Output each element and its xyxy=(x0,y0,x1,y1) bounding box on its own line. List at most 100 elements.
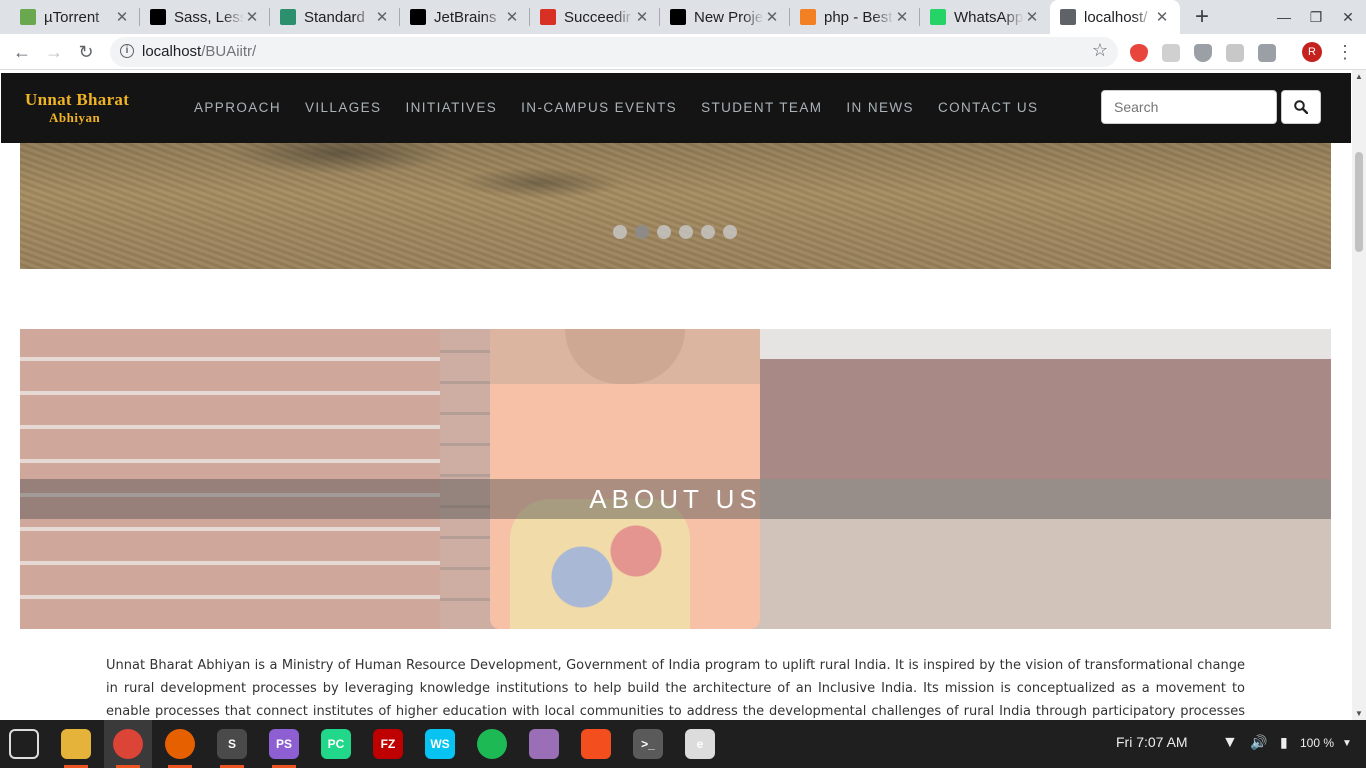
browser-tab[interactable]: Sass, Less ✕ xyxy=(140,0,270,34)
files-icon[interactable] xyxy=(61,729,91,759)
logo-line1: Unnat Bharat xyxy=(25,90,130,109)
filezilla-icon[interactable]: FZ xyxy=(373,729,403,759)
site-menu: APPROACH VILLAGES INITIATIVES IN-CAMPUS EVE… xyxy=(194,100,1062,115)
about-banner: ABOUT US xyxy=(20,329,1331,629)
carousel-dot[interactable] xyxy=(613,225,627,239)
bookmark-star-icon[interactable]: ☆ xyxy=(1092,40,1108,61)
page-scrollbar[interactable]: ▲ ▼ xyxy=(1352,70,1366,720)
tab-close-icon[interactable]: ✕ xyxy=(1024,8,1040,26)
stackoverflow-icon xyxy=(800,9,816,25)
carousel-dot[interactable] xyxy=(657,225,671,239)
nav-link-contact-us[interactable]: CONTACT US xyxy=(938,100,1039,115)
maximize-icon[interactable]: ❐ xyxy=(1300,0,1332,34)
emblem-icon[interactable]: e xyxy=(685,729,715,759)
text-editor-icon[interactable] xyxy=(529,729,559,759)
extension-ssd-icon[interactable] xyxy=(1226,44,1244,62)
tab-title: µTorrent xyxy=(44,8,100,26)
browser-menu-icon[interactable]: ⋮ xyxy=(1336,40,1354,64)
extension-gear-icon[interactable] xyxy=(1162,44,1180,62)
carousel-dot[interactable] xyxy=(679,225,693,239)
tab-title: JetBrains xyxy=(434,8,497,26)
tab-close-icon[interactable]: ✕ xyxy=(894,8,910,26)
browser-tab[interactable]: WhatsApp ✕ xyxy=(920,0,1050,34)
browser-tab[interactable]: Standard ✕ xyxy=(270,0,400,34)
tab-close-icon[interactable]: ✕ xyxy=(244,8,260,26)
browser-tab[interactable]: localhost/ ✕ xyxy=(1050,0,1180,34)
firefox-icon[interactable] xyxy=(165,729,195,759)
jetbrains-icon xyxy=(410,9,426,25)
nav-link-in-campus-events[interactable]: IN-CAMPUS EVENTS xyxy=(521,100,677,115)
tab-title: WhatsApp xyxy=(954,8,1024,26)
profile-avatar[interactable]: R xyxy=(1302,42,1322,62)
search-button[interactable] xyxy=(1281,90,1321,124)
tab-title: localhost/ xyxy=(1084,8,1148,26)
hero-carousel xyxy=(20,143,1331,269)
site-logo[interactable]: Unnat Bharat Abhiyan xyxy=(25,91,129,127)
apps-grid-icon[interactable] xyxy=(9,729,39,759)
browser-tab[interactable]: µTorrent ✕ xyxy=(10,0,140,34)
jetbrains-icon xyxy=(670,9,686,25)
about-heading: ABOUT US xyxy=(589,484,762,514)
figma-icon[interactable] xyxy=(581,729,611,759)
battery-icon[interactable]: ▮ xyxy=(1280,734,1288,751)
phpstorm-icon[interactable]: PS xyxy=(269,729,299,759)
tab-close-icon[interactable]: ✕ xyxy=(374,8,390,26)
nav-link-approach[interactable]: APPROACH xyxy=(194,100,281,115)
terminal-icon[interactable]: >_ xyxy=(633,729,663,759)
site-info-icon[interactable]: i xyxy=(120,44,134,58)
carousel-dot[interactable] xyxy=(723,225,737,239)
tab-close-icon[interactable]: ✕ xyxy=(764,8,780,26)
spotify-icon[interactable] xyxy=(477,729,507,759)
tray-menu-icon[interactable]: ▼ xyxy=(1342,738,1352,749)
browser-tab[interactable]: Succeedir ✕ xyxy=(530,0,660,34)
tab-title: Standard xyxy=(304,8,365,26)
browser-tab[interactable]: php - Best ✕ xyxy=(790,0,920,34)
chrome-icon[interactable] xyxy=(113,729,143,759)
tab-title: php - Best xyxy=(824,8,893,26)
scroll-down-icon[interactable]: ▼ xyxy=(1352,709,1366,718)
carousel-indicators xyxy=(613,225,737,239)
reload-icon[interactable]: ↻ xyxy=(72,38,100,66)
tab-close-icon[interactable]: ✕ xyxy=(114,8,130,26)
page-icon xyxy=(1060,9,1076,25)
browser-tab[interactable]: JetBrains ✕ xyxy=(400,0,530,34)
forward-icon[interactable]: → xyxy=(40,38,68,66)
tab-close-icon[interactable]: ✕ xyxy=(634,8,650,26)
search-input[interactable] xyxy=(1101,90,1277,124)
webstorm-icon[interactable]: WS xyxy=(425,729,455,759)
os-taskbar: S PS PC FZ WS >_ e Fri 7:07 AM ▼ 🔊 ▮ 100 % ▼ xyxy=(0,720,1366,768)
stack-icon xyxy=(280,9,296,25)
sublime-icon[interactable]: S xyxy=(217,729,247,759)
tab-title: Sass, Less xyxy=(174,8,244,26)
extension-camera-icon[interactable] xyxy=(1258,44,1276,62)
site-navbar: Unnat Bharat Abhiyan APPROACH VILLAGES INI… xyxy=(1,73,1351,143)
nav-link-student-team[interactable]: STUDENT TEAM xyxy=(701,100,822,115)
utorrent-icon xyxy=(20,9,36,25)
carousel-dot[interactable] xyxy=(635,225,649,239)
nav-link-initiatives[interactable]: INITIATIVES xyxy=(405,100,497,115)
minimize-icon[interactable]: — xyxy=(1268,0,1300,34)
volume-icon[interactable]: 🔊 xyxy=(1250,734,1267,751)
new-tab-button[interactable]: + xyxy=(1188,4,1216,32)
close-window-icon[interactable]: ✕ xyxy=(1332,0,1364,34)
tab-close-icon[interactable]: ✕ xyxy=(1154,8,1170,26)
tab-title: New Proje xyxy=(694,8,764,26)
url-text: localhost/BUAiitr/ xyxy=(142,43,257,60)
nav-link-villages[interactable]: VILLAGES xyxy=(305,100,382,115)
tab-strip: µTorrent ✕ Sass, Less ✕ Standard ✕ JetBrains ✕ S… xyxy=(0,0,1366,34)
browser-tab[interactable]: New Proje ✕ xyxy=(660,0,790,34)
back-icon[interactable]: ← xyxy=(8,38,36,66)
nav-link-in-news[interactable]: IN NEWS xyxy=(846,100,914,115)
carousel-dot[interactable] xyxy=(701,225,715,239)
scroll-up-icon[interactable]: ▲ xyxy=(1352,72,1366,81)
scrollbar-thumb[interactable] xyxy=(1355,152,1363,252)
extension-shield-gray-icon[interactable] xyxy=(1194,44,1212,62)
logo-line2: Abhiyan xyxy=(49,110,101,125)
wifi-icon[interactable]: ▼ xyxy=(1222,734,1238,752)
page-viewport: Unnat Bharat Abhiyan APPROACH VILLAGES INI… xyxy=(0,70,1352,720)
address-bar[interactable]: i localhost/BUAiitr/ ☆ xyxy=(110,37,1118,67)
tab-close-icon[interactable]: ✕ xyxy=(504,8,520,26)
pycharm-icon[interactable]: PC xyxy=(321,729,351,759)
intro-paragraph: Unnat Bharat Abhiyan is a Ministry of Hu… xyxy=(106,658,1245,719)
clock[interactable]: Fri 7:07 AM xyxy=(1116,734,1188,750)
